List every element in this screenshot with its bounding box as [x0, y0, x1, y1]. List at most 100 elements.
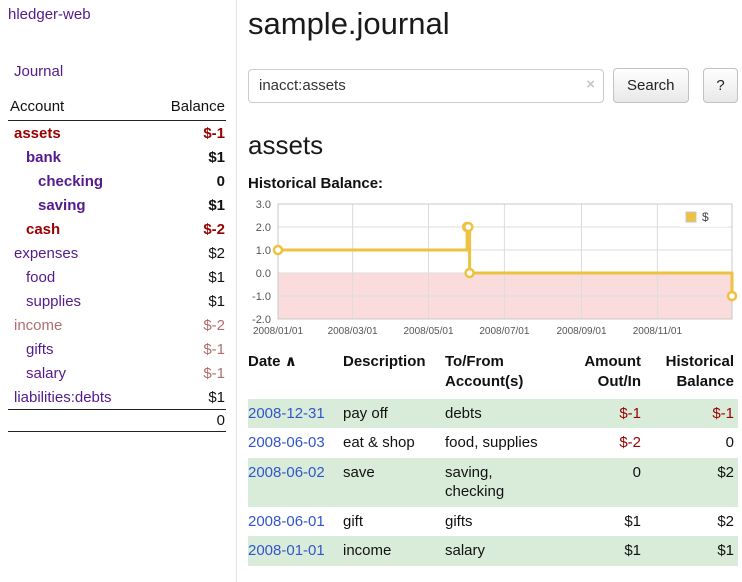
account-heading: assets: [248, 130, 738, 161]
transaction-date-link[interactable]: 2008-06-03: [248, 434, 325, 451]
account-balance: $2: [208, 245, 225, 262]
sidebar-item-journal[interactable]: Journal: [14, 63, 226, 80]
account-link[interactable]: gifts: [8, 341, 54, 358]
y-tick-label: -1.0: [252, 291, 271, 303]
account-link[interactable]: bank: [8, 149, 61, 166]
account-balance: $1: [208, 293, 225, 310]
register-body: 2008-12-31pay offdebts$-1$-12008-06-03ea…: [248, 399, 738, 566]
x-tick-label: 2008/11/01: [633, 326, 683, 337]
account-link[interactable]: liabilities:debts: [8, 389, 112, 406]
account-row: saving $1: [8, 193, 226, 217]
hledger-web-page: hledger-web Journal Account Balance asse…: [0, 0, 742, 582]
account-row: checking 0: [8, 169, 226, 193]
x-tick-label: 2008/07/01: [479, 326, 529, 337]
transaction-row: 2008-06-03 eat & shopfood, supplies$-20: [248, 428, 738, 458]
account-row: supplies $1: [8, 289, 226, 313]
data-point-marker: [464, 223, 472, 231]
date-column-header[interactable]: Date ∧: [248, 350, 343, 399]
page-title: sample.journal: [248, 6, 738, 42]
total-balance: 0: [217, 412, 225, 429]
amount-cell: 0: [555, 458, 645, 507]
account-balance: $-1: [203, 341, 225, 358]
historical-balance-cell: $2: [645, 458, 738, 507]
account-balance: $-2: [203, 221, 225, 238]
y-tick-label: 1.0: [256, 245, 271, 257]
account-link[interactable]: cash: [8, 221, 60, 238]
account-balance: $-1: [203, 365, 225, 382]
account-row: gifts $-1: [8, 337, 226, 361]
transaction-row: 2008-06-02 savesaving, checking0$2: [248, 458, 738, 507]
chart-legend-label: $: [702, 210, 709, 224]
search-button[interactable]: Search: [613, 68, 689, 103]
historical-balance-cell: 0: [645, 428, 738, 458]
account-row: expenses $2: [8, 241, 226, 265]
help-button[interactable]: ?: [703, 68, 738, 103]
account-balance: $-2: [203, 317, 225, 334]
account-row: assets $-1: [8, 121, 226, 145]
transaction-date-link[interactable]: 2008-01-01: [248, 542, 325, 559]
amount-cell: $-1: [555, 399, 645, 429]
y-tick-label: -2.0: [252, 314, 271, 326]
account-link[interactable]: saving: [8, 197, 86, 214]
account-link[interactable]: food: [8, 269, 55, 286]
description-cell: gift: [343, 507, 445, 537]
clear-search-icon[interactable]: ×: [586, 77, 595, 93]
accounts-cell: gifts: [445, 507, 555, 537]
data-point-marker: [728, 292, 736, 300]
transaction-date-link[interactable]: 2008-12-31: [248, 405, 325, 422]
account-balance: $-1: [203, 125, 225, 142]
date-cell: 2008-06-01: [248, 507, 343, 537]
account-balance: $1: [208, 197, 225, 214]
balance-column-header: Balance: [171, 98, 225, 115]
account-column-header: Account: [10, 98, 64, 115]
account-row: bank $1: [8, 145, 226, 169]
account-balance: $1: [208, 149, 225, 166]
search-input-wrapper: ×: [248, 69, 604, 103]
transaction-date-link[interactable]: 2008-06-01: [248, 513, 325, 530]
sort-ascending-icon: ∧: [285, 353, 297, 370]
account-link[interactable]: income: [8, 317, 62, 334]
x-tick-label: 2008/05/01: [403, 326, 453, 337]
search-bar: × Search ?: [248, 68, 738, 103]
y-tick-label: 2.0: [256, 222, 271, 234]
description-cell: eat & shop: [343, 428, 445, 458]
date-cell: 2008-06-03: [248, 428, 343, 458]
date-header-label: Date: [248, 353, 281, 370]
account-balance: $1: [208, 269, 225, 286]
date-cell: 2008-01-01: [248, 536, 343, 566]
accounts-cell: salary: [445, 536, 555, 566]
description-cell: save: [343, 458, 445, 507]
date-cell: 2008-06-02: [248, 458, 343, 507]
account-link[interactable]: supplies: [8, 293, 81, 310]
transaction-row: 2008-06-01 giftgifts$1$2: [248, 507, 738, 537]
search-input[interactable]: [248, 69, 604, 103]
historical-balance-column-header: Historical Balance: [645, 350, 738, 399]
account-balance: 0: [217, 173, 225, 190]
amount-cell: $1: [555, 536, 645, 566]
accounts-total-row: 0: [8, 409, 226, 432]
main-content: sample.journal × Search ? assets Histori…: [248, 0, 738, 566]
data-point-marker: [274, 246, 282, 254]
accounts-column-header: To/From Account(s): [445, 350, 555, 399]
transaction-row: 2008-01-01incomesalary$1$1: [248, 536, 738, 566]
amount-cell: $1: [555, 507, 645, 537]
historical-balance-cell: $-1: [645, 399, 738, 429]
account-rows: assets $-1 bank $1 checking 0 saving $1 cash $-2 e…: [8, 121, 226, 409]
account-row: food $1: [8, 265, 226, 289]
accounts-cell: food, supplies: [445, 428, 555, 458]
account-row: cash $-2: [8, 217, 226, 241]
sidebar: hledger-web Journal Account Balance asse…: [0, 0, 237, 582]
account-link[interactable]: checking: [8, 173, 103, 190]
account-link[interactable]: expenses: [8, 245, 78, 262]
x-tick-label: 2008/09/01: [556, 326, 606, 337]
transaction-date-link[interactable]: 2008-06-02: [248, 464, 325, 481]
description-cell: income: [343, 536, 445, 566]
x-tick-label: 2008/01/01: [253, 326, 303, 337]
description-column-header: Description: [343, 350, 445, 399]
app-title-link[interactable]: hledger-web: [8, 6, 226, 23]
accounts-cell: saving, checking: [445, 458, 555, 507]
amount-cell: $-2: [555, 428, 645, 458]
account-link[interactable]: salary: [8, 365, 66, 382]
account-link[interactable]: assets: [8, 125, 61, 142]
historical-balance-cell: $2: [645, 507, 738, 537]
